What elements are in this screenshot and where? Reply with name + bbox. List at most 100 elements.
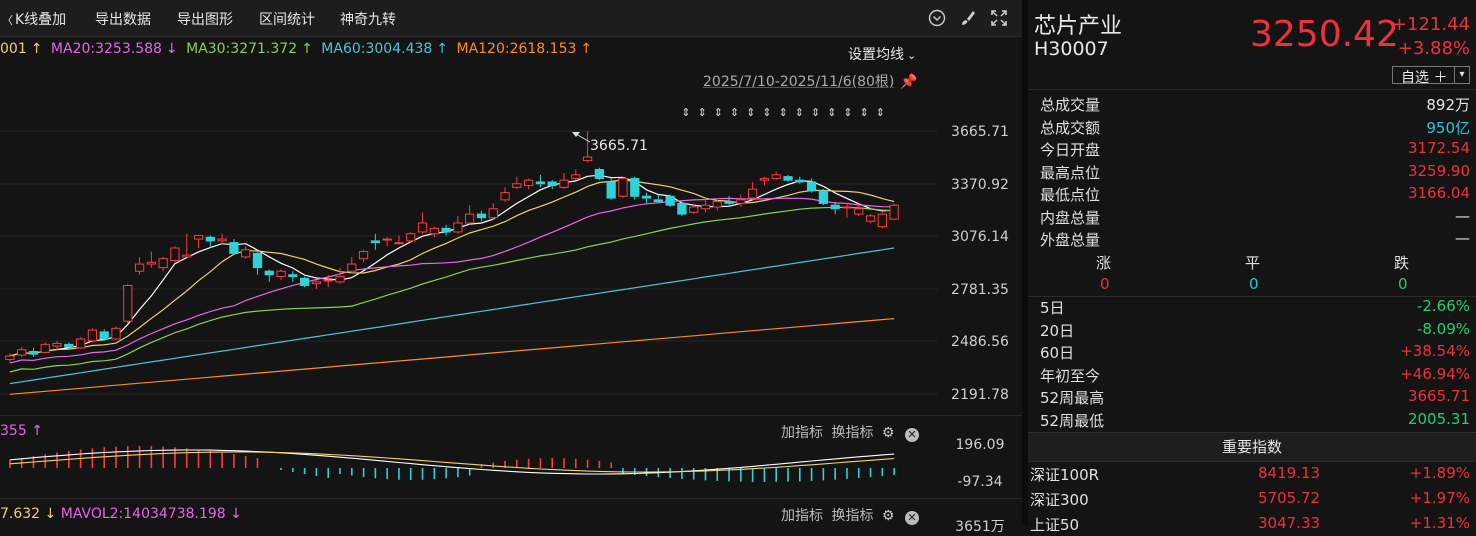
candle-body (205, 236, 215, 242)
period-row: 60日 +38.54% (1040, 342, 1470, 364)
stat-row-value: 950亿 (1426, 118, 1470, 137)
date-range: 2025/7/10-2025/11/6(80根) 📌 (703, 71, 918, 91)
magic-marker: ⇕ (762, 106, 771, 119)
candle-body (40, 343, 50, 353)
caret-down-icon[interactable]: ▾ (1454, 67, 1469, 83)
switch-indicator-button[interactable]: 换指标 (831, 425, 873, 441)
candle-body (252, 252, 263, 269)
stat-row: 今日开盘 3172.54 (1040, 139, 1470, 161)
candle-body (606, 181, 616, 199)
candle-body (382, 238, 392, 241)
chart-toolbar: 〈 K线叠加 导出数据 导出图形 区间统计 神奇九转 (0, 0, 1022, 37)
down-count-label: 跌 (1394, 254, 1410, 272)
ma20-value: MA20:3253.588 (50, 41, 162, 57)
magic-nine-markers: ⇕ ⇕ ⇕ ⇕ ⇕ ⇕ ⇕ ⇕ ⇕ ⇕ ⇕ ⇕ ⇕ (681, 106, 885, 119)
range-stats-button[interactable]: 区间统计 (259, 9, 315, 29)
y-tick: 2191.78 (951, 387, 1009, 403)
high-annotation-label: 3665.71 (590, 138, 648, 154)
index-row[interactable]: 深证300 5705.72 +1.97% (1030, 489, 1470, 511)
period-row-value: 2005.31 (1407, 409, 1470, 428)
period-row-value: +46.94% (1400, 364, 1470, 383)
candle-body (559, 179, 569, 188)
stat-row-label: 最高点位 (1040, 163, 1101, 182)
index-row-price: 8419.13 (1258, 464, 1321, 482)
index-price: 3250.42 (1250, 14, 1399, 55)
dif-line (9, 449, 895, 475)
period-row: 5日 -2.66% (1040, 297, 1470, 319)
pin-icon[interactable]: 📌 (900, 74, 917, 90)
close-icon[interactable]: ✕ (904, 511, 919, 525)
watchlist-label: 自选 ＋ (1401, 70, 1448, 86)
mavol1-value: 7.632 (0, 506, 41, 522)
candle-body (417, 222, 428, 233)
down-arrow-icon: ↓ (230, 506, 242, 522)
candle-body (889, 204, 899, 220)
candle-body (241, 249, 251, 258)
up-arrow-icon: ↑ (31, 423, 43, 439)
candlestick-chart[interactable]: ⇕ ⇕ ⇕ ⇕ ⇕ ⇕ ⇕ ⇕ ⇕ ⇕ ⇕ ⇕ ⇕ 3665.71 (0, 90, 938, 410)
watchlist-button[interactable]: 自选 ＋ ▾ (1392, 66, 1470, 86)
candle-body (158, 258, 168, 269)
period-row-value: +38.54% (1400, 342, 1470, 360)
export-data-button[interactable]: 导出数据 (95, 9, 151, 29)
sub2-tools: 加指标 换指标 ⚙ ✕ (781, 505, 919, 525)
add-indicator-button[interactable]: 加指标 (781, 508, 823, 524)
candle-body (123, 284, 133, 322)
stat-row-value: — (1455, 229, 1470, 247)
gear-icon[interactable]: ⚙ (882, 425, 895, 441)
ma-legend: 001 ↑ MA20:3253.588 ↓ MA30:3271.372 ↑ MA60:… (0, 41, 930, 63)
candle-body (759, 177, 770, 181)
magic-marker: ⇕ (779, 106, 788, 119)
candle-body (830, 204, 840, 210)
candle-body (806, 181, 817, 192)
sub1-bottom-tick: -97.34 (957, 474, 1003, 490)
magic-marker: ⇕ (681, 106, 690, 119)
fullscreen-icon[interactable] (990, 9, 1008, 27)
period-row-label: 60日 (1040, 344, 1075, 362)
candle-body (488, 208, 498, 219)
magic-nine-button[interactable]: 神奇九转 (340, 9, 396, 29)
index-row-name: 深证100R (1030, 466, 1100, 484)
stat-row-value: — (1455, 206, 1470, 225)
candle-body (865, 215, 876, 222)
candle-body (300, 277, 310, 286)
magic-marker: ⇕ (843, 106, 852, 119)
export-chart-label: 导出图形 (177, 12, 233, 28)
y-tick: 2781.35 (951, 282, 1009, 298)
index-row[interactable]: 深证100R 8419.13 +1.89% (1030, 464, 1470, 486)
chevron-circle-down-icon[interactable] (928, 9, 946, 27)
magic-marker: ⇕ (795, 106, 804, 119)
magic-marker: ⇕ (827, 106, 836, 119)
candle-body (453, 222, 463, 233)
up-arrow-icon: ↑ (436, 41, 449, 57)
candle-body (842, 206, 852, 209)
candle-body (193, 235, 204, 240)
index-change-pct: +3.88% (1397, 38, 1470, 59)
stat-row: 外盘总量 — (1040, 229, 1470, 251)
gear-icon[interactable]: ⚙ (882, 508, 895, 524)
candle-body (76, 338, 86, 349)
export-chart-button[interactable]: 导出图形 (177, 9, 233, 29)
chevron-left-icon: 〈 (2, 14, 13, 27)
period-row: 20日 -8.09% (1040, 320, 1470, 342)
candle-body (571, 174, 581, 179)
index-code: H30007 (1034, 38, 1109, 60)
candle-body (370, 240, 380, 244)
switch-indicator-button[interactable]: 换指标 (831, 508, 873, 524)
candle-body (771, 174, 781, 179)
candle-body (17, 349, 27, 356)
kline-overlay-menu[interactable]: 〈 K线叠加 (2, 9, 66, 29)
period-row-label: 年初至今 (1040, 366, 1101, 385)
candle-body (288, 274, 298, 278)
down-count: 0 (1398, 275, 1408, 293)
stat-row-value: 3172.54 (1407, 139, 1470, 157)
period-row-value: -2.66% (1416, 297, 1470, 315)
index-row[interactable]: 上证50 3047.33 +1.31% (1030, 514, 1470, 536)
ma-settings-button[interactable]: 设置均线 ⌄ (848, 44, 916, 64)
y-tick: 3665.71 (951, 124, 1009, 140)
brush-icon[interactable] (959, 9, 977, 27)
quote-panel: 芯片产业 H30007 3250.42 +121.44 +3.88% 自选 ＋ … (1028, 0, 1476, 534)
sub1-tools: 加指标 换指标 ⚙ ✕ (781, 422, 919, 442)
ma30-value: MA30:3271.372 (186, 41, 298, 57)
add-indicator-button[interactable]: 加指标 (781, 425, 823, 441)
